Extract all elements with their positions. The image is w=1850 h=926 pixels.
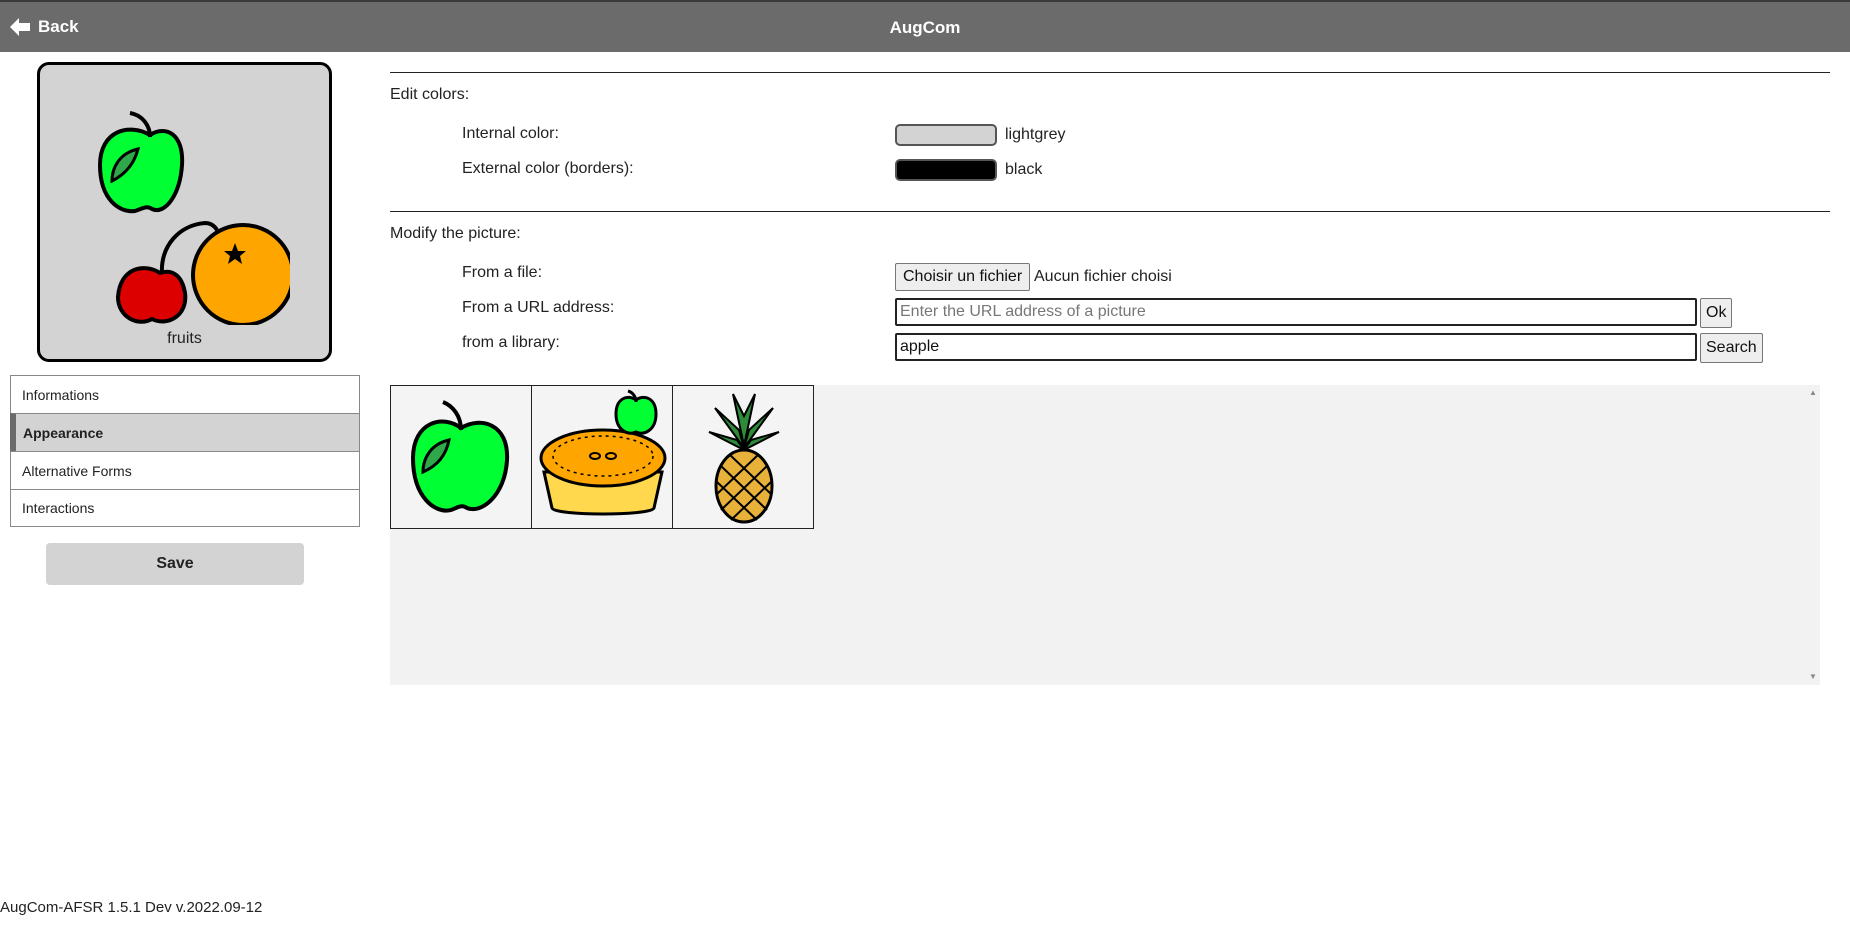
modify-picture-title: Modify the picture:: [390, 225, 521, 242]
tile-preview: fruits: [37, 62, 332, 362]
version-footer: AugCom-AFSR 1.5.1 Dev v.2022.09-12: [0, 899, 263, 916]
divider: [390, 72, 1830, 73]
choose-file-button[interactable]: Choisir un fichier: [895, 263, 1031, 291]
file-status: Aucun fichier choisi: [1034, 268, 1172, 285]
results-scrollbar[interactable]: ▲ ▼: [1806, 385, 1820, 685]
app-title: AugCom: [889, 18, 961, 37]
url-ok-button[interactable]: Ok: [1700, 298, 1733, 328]
from-url-label: From a URL address:: [462, 299, 615, 316]
save-button[interactable]: Save: [46, 543, 304, 585]
library-search-input[interactable]: [895, 333, 1697, 361]
external-color-value: black: [1005, 161, 1043, 178]
internal-color-label: Internal color:: [462, 125, 559, 142]
top-bar: Back AugCom: [0, 0, 1850, 52]
external-color-label: External color (borders):: [462, 160, 634, 177]
tile-label: fruits: [167, 330, 202, 347]
scroll-down-icon[interactable]: ▼: [1809, 673, 1817, 681]
edit-colors-title: Edit colors:: [390, 86, 470, 103]
pineapple-icon: [708, 393, 780, 524]
tab-interactions[interactable]: Interactions: [10, 489, 360, 527]
from-library-label: from a library:: [462, 334, 560, 351]
divider: [390, 211, 1830, 212]
apple-pie-icon: [539, 389, 667, 516]
internal-color-swatch[interactable]: [895, 124, 997, 146]
tab-alternative-forms[interactable]: Alternative Forms: [10, 451, 360, 489]
external-color-swatch[interactable]: [895, 159, 997, 181]
settings-tabs: Informations Appearance Alternative Form…: [10, 375, 360, 527]
result-apple[interactable]: [390, 385, 532, 529]
tab-appearance[interactable]: Appearance: [10, 413, 360, 451]
tab-informations[interactable]: Informations: [10, 375, 360, 413]
fruits-picture: [97, 111, 290, 325]
scroll-up-icon[interactable]: ▲: [1809, 389, 1817, 397]
library-results: [390, 385, 1820, 685]
apple-icon: [410, 400, 510, 513]
library-search-button[interactable]: Search: [1700, 333, 1763, 363]
from-file-label: From a file:: [462, 264, 543, 281]
internal-color-value: lightgrey: [1005, 126, 1066, 143]
result-pineapple[interactable]: [672, 385, 814, 529]
result-apple-pie[interactable]: [531, 385, 673, 529]
url-input[interactable]: [895, 298, 1697, 326]
